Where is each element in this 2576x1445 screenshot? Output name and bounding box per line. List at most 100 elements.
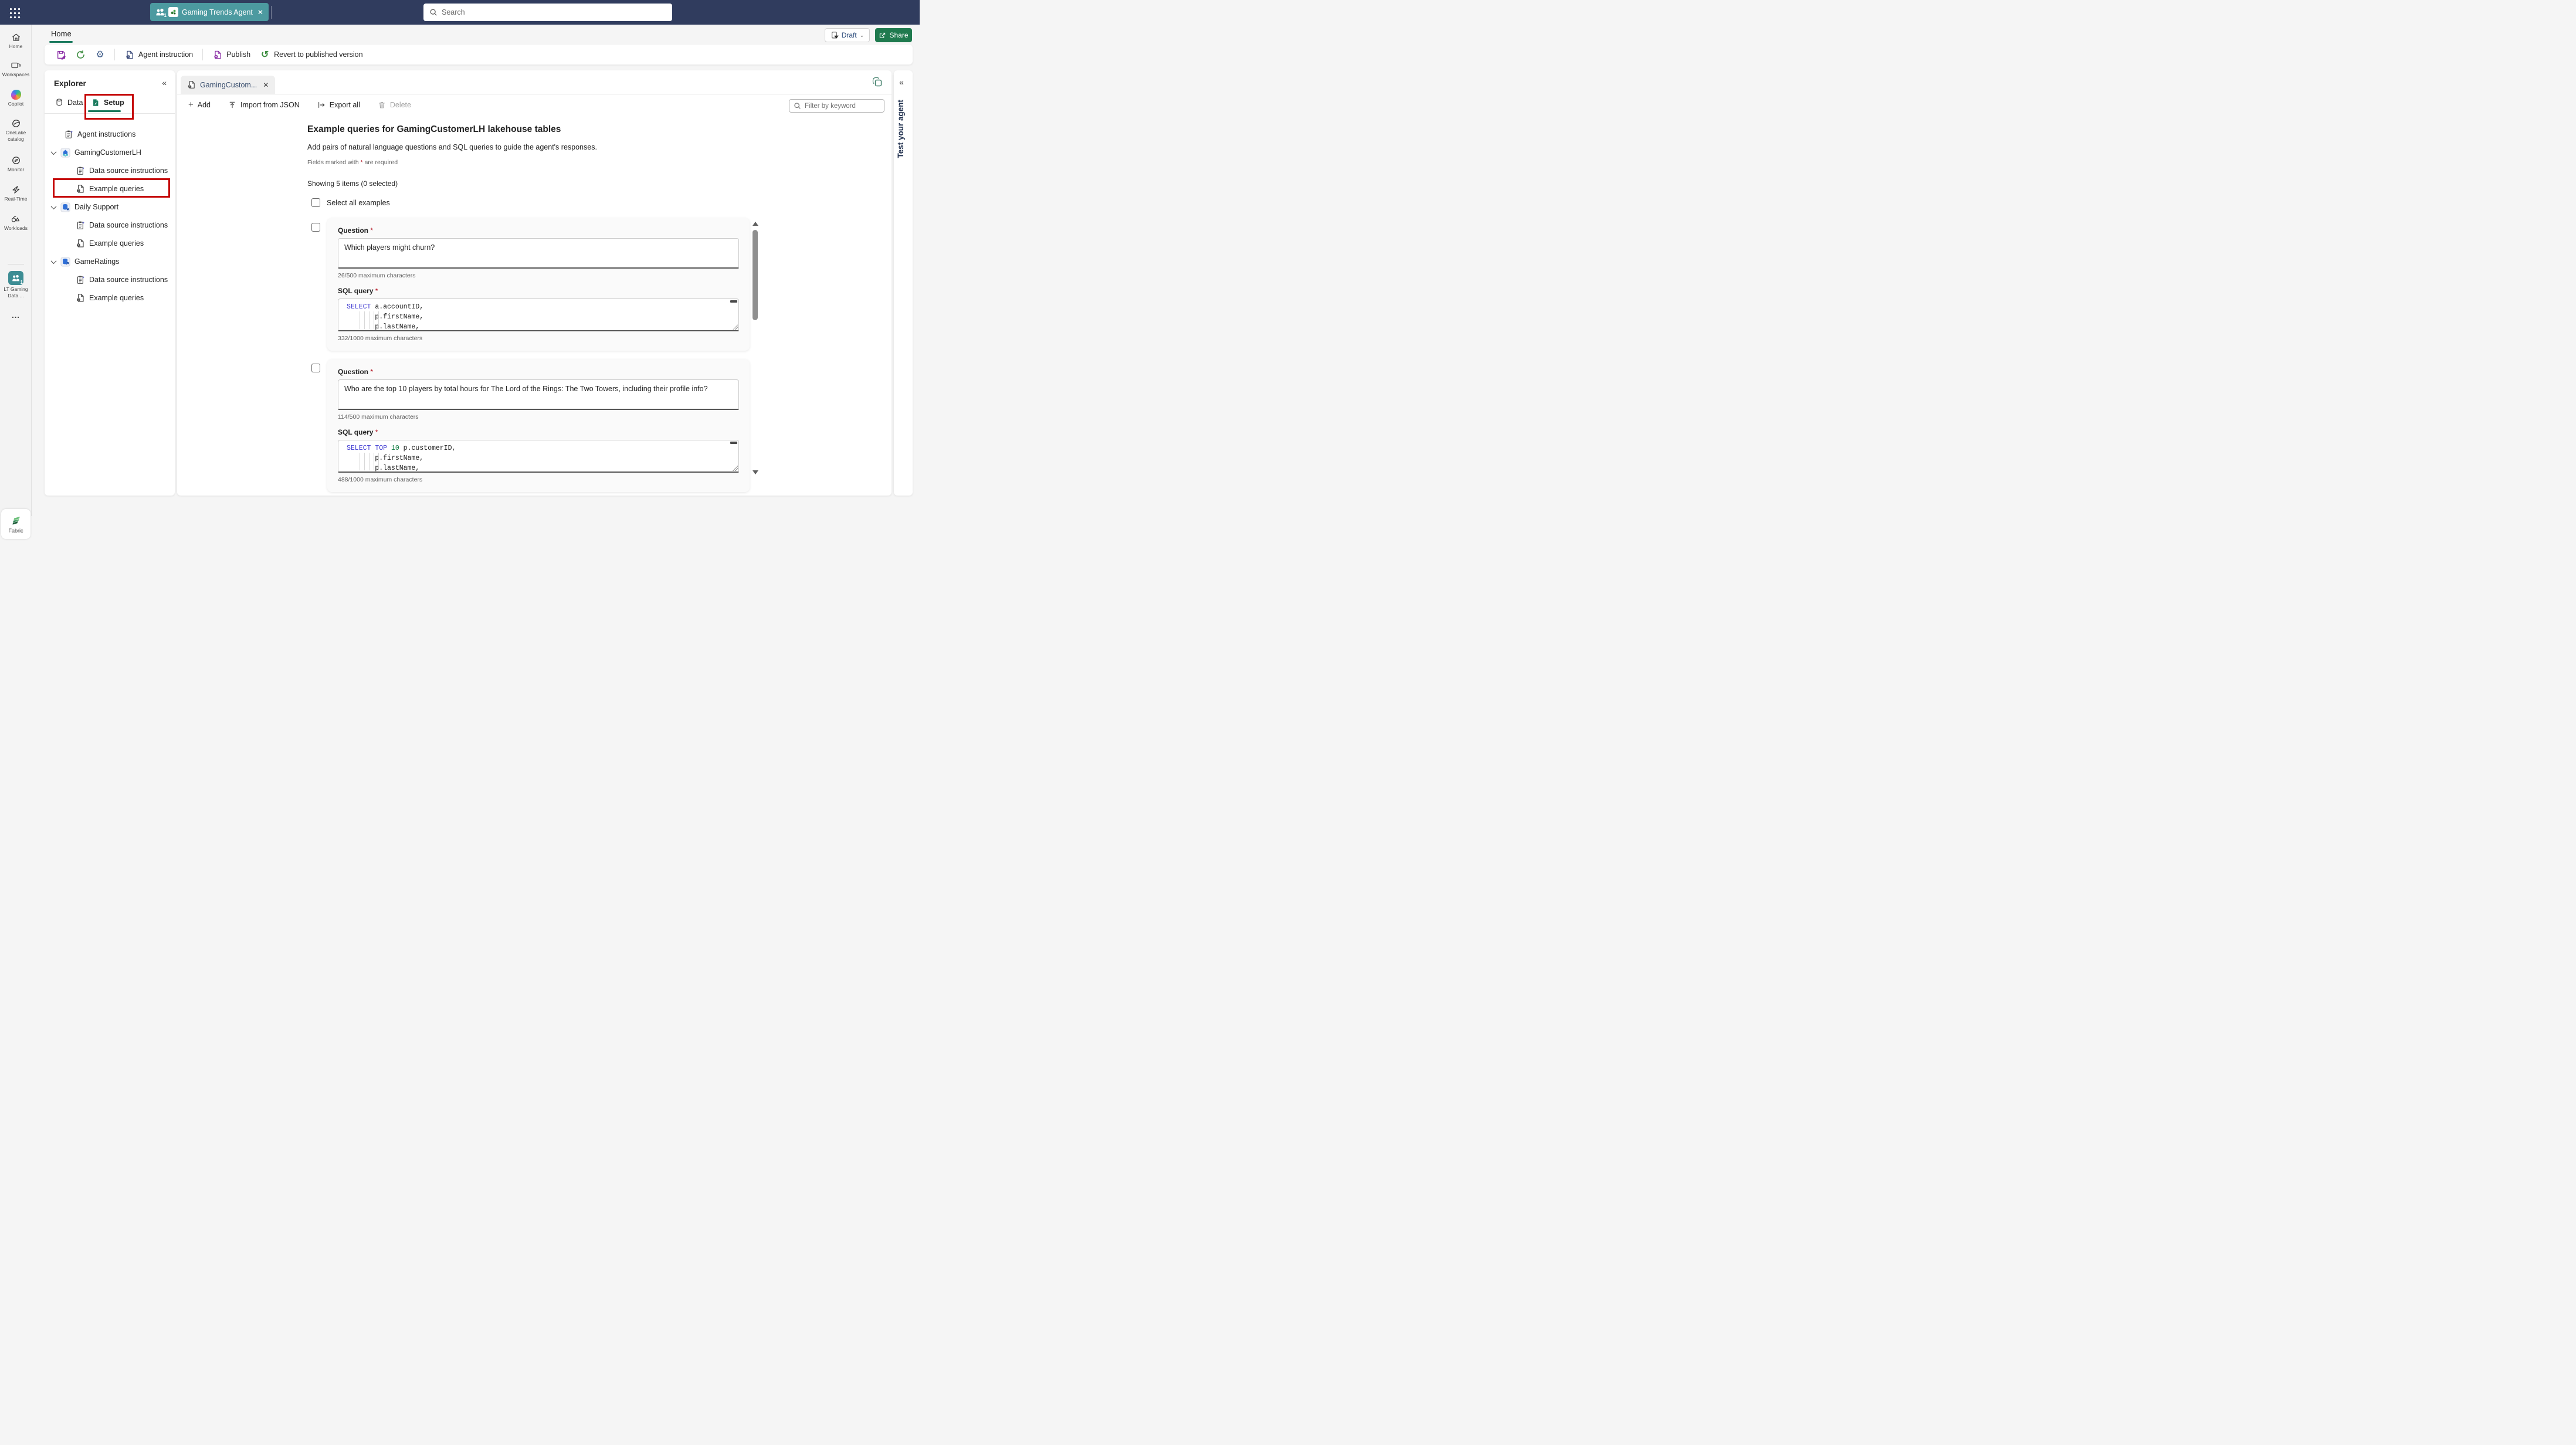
example-queries-icon: ? bbox=[75, 184, 85, 194]
tree-item-example-queries[interactable]: ? Example queries bbox=[45, 289, 175, 307]
question-input[interactable]: Who are the top 10 players by total hour… bbox=[338, 379, 739, 410]
explorer-title: Explorer bbox=[54, 79, 86, 88]
svg-text:?: ? bbox=[189, 85, 191, 89]
sidebar-item-home[interactable]: Home bbox=[0, 32, 32, 50]
plus-icon: + bbox=[188, 100, 194, 110]
tree-item-daily-support[interactable]: Daily Support bbox=[45, 198, 175, 216]
example-queries-icon: ? bbox=[187, 80, 196, 89]
sql-query-label: SQL query * bbox=[338, 287, 378, 295]
agent-instruction-icon: ? bbox=[124, 50, 134, 60]
sql-query-input[interactable]: SELECT TOP 10 p.customerID, p.firstName,… bbox=[338, 440, 739, 473]
agent-instruction-button[interactable]: ? Agent instruction bbox=[120, 48, 198, 62]
global-search[interactable] bbox=[423, 4, 672, 21]
toolbar-divider bbox=[202, 49, 204, 60]
svg-text:✦: ✦ bbox=[82, 221, 84, 225]
svg-text:✦: ✦ bbox=[82, 167, 84, 171]
tree-item-example-queries[interactable]: ? Example queries bbox=[45, 180, 175, 198]
sidebar-item-workspaces[interactable]: Workspaces bbox=[0, 60, 32, 78]
tab-data[interactable]: Data bbox=[54, 97, 83, 107]
sidebar-item-workloads[interactable]: Workloads bbox=[0, 213, 32, 232]
close-icon[interactable]: ✕ bbox=[263, 81, 269, 89]
sidebar-item-lt-gaming-workspace[interactable]: 1 LT Gaming Data ... bbox=[0, 271, 32, 299]
import-from-json-button[interactable]: Import from JSON bbox=[223, 98, 305, 112]
sidebar-item-onelake-catalog[interactable]: OneLake catalog bbox=[0, 118, 32, 142]
agent-tab-label: Gaming Trends Agent bbox=[182, 8, 253, 16]
scroll-up-arrow[interactable] bbox=[753, 222, 758, 226]
question-input[interactable]: Which players might churn? bbox=[338, 238, 739, 269]
export-all-button[interactable]: Export all bbox=[312, 98, 365, 112]
tree-item-data-source-instructions[interactable]: ✦ Data source instructions bbox=[45, 271, 175, 289]
delete-button[interactable]: Delete bbox=[372, 98, 416, 112]
save-button[interactable] bbox=[52, 48, 71, 62]
example-queries-icon: ? bbox=[75, 293, 85, 303]
trash-icon bbox=[378, 101, 386, 109]
rail-more-button[interactable]: ... bbox=[0, 311, 32, 320]
home-tab-underline bbox=[49, 41, 73, 43]
copy-pages-icon[interactable] bbox=[872, 76, 883, 88]
draft-status-button[interactable]: Draft ⌄ bbox=[825, 28, 870, 42]
code-scrollbar[interactable] bbox=[730, 300, 737, 303]
code-scrollbar[interactable] bbox=[730, 442, 737, 444]
sql-query-input[interactable]: SELECT a.accountID, p.firstName, p.lastN… bbox=[338, 299, 739, 331]
tree-item-gameratings[interactable]: GameRatings bbox=[45, 253, 175, 270]
revert-button[interactable]: ↺ Revert to published version bbox=[255, 48, 367, 62]
chevron-down-icon[interactable] bbox=[50, 204, 56, 210]
main-content-card: ? GamingCustom... ✕ + Add Import from JS… bbox=[177, 70, 892, 496]
svg-text:?: ? bbox=[77, 189, 79, 193]
sql-counter: 332/1000 maximum characters bbox=[338, 335, 423, 342]
filter-input[interactable] bbox=[805, 102, 892, 110]
save-icon bbox=[56, 50, 66, 60]
sidebar-item-monitor[interactable]: Monitor bbox=[0, 155, 32, 173]
sql-counter: 488/1000 maximum characters bbox=[338, 476, 423, 483]
indent-guides bbox=[360, 311, 381, 329]
tab-setup[interactable]: Setup bbox=[90, 97, 124, 107]
sql-query-label: SQL query * bbox=[338, 428, 378, 436]
add-button[interactable]: + Add bbox=[183, 97, 216, 113]
ribbon-tab-home[interactable]: Home bbox=[51, 29, 72, 38]
tree-item-data-source-instructions[interactable]: ✦ Data source instructions bbox=[45, 162, 175, 179]
upload-icon bbox=[228, 101, 236, 109]
chevron-down-icon[interactable] bbox=[50, 259, 56, 264]
refresh-icon bbox=[76, 50, 86, 60]
explorer-panel: Explorer « Data Setup ✦ Agent instructio… bbox=[45, 70, 175, 496]
resize-handle[interactable] bbox=[733, 466, 738, 471]
collapse-panel-icon[interactable]: « bbox=[162, 78, 167, 87]
sidebar-item-copilot[interactable]: Copilot bbox=[0, 89, 32, 107]
scrollbar-thumb[interactable] bbox=[753, 230, 758, 320]
test-agent-panel[interactable]: « Test your agent bbox=[894, 70, 913, 496]
settings-button[interactable]: ⚙ bbox=[90, 48, 110, 62]
workloads-icon bbox=[11, 213, 21, 224]
row-checkbox[interactable] bbox=[311, 223, 320, 232]
row-checkbox[interactable] bbox=[311, 364, 320, 372]
svg-text:✦: ✦ bbox=[82, 276, 84, 280]
select-all-checkbox[interactable] bbox=[311, 198, 320, 207]
close-icon[interactable]: ✕ bbox=[257, 8, 263, 16]
expand-panel-icon[interactable]: « bbox=[899, 77, 904, 87]
export-icon bbox=[317, 101, 326, 109]
share-button[interactable]: Share bbox=[875, 28, 912, 42]
publish-button[interactable]: Publish bbox=[208, 48, 255, 62]
semantic-model-icon bbox=[60, 202, 70, 212]
filter-input-box[interactable] bbox=[789, 99, 892, 113]
fabric-logo[interactable]: Fabric bbox=[1, 509, 30, 539]
tree-item-data-source-instructions[interactable]: ✦ Data source instructions bbox=[45, 216, 175, 234]
fabric-logo-icon bbox=[12, 516, 20, 525]
app-launcher-icon[interactable] bbox=[8, 6, 21, 19]
chevron-down-icon[interactable] bbox=[50, 150, 56, 155]
left-nav-rail: Home Workspaces Copilot OneLake catalog … bbox=[0, 25, 32, 539]
setup-doc-icon bbox=[90, 97, 100, 107]
onelake-icon bbox=[11, 118, 21, 128]
agent-window-tab[interactable]: 1 Gaming Trends Agent ✕ bbox=[150, 3, 269, 21]
instructions-icon: ✦ bbox=[75, 221, 85, 230]
scroll-down-arrow[interactable] bbox=[753, 470, 758, 474]
tree-item-gamingcustomerlh[interactable]: GamingCustomerLH bbox=[45, 144, 175, 161]
workspace-icon: 1 bbox=[8, 271, 23, 285]
tree-item-agent-instructions[interactable]: ✦ Agent instructions bbox=[45, 125, 175, 143]
instructions-icon: ✦ bbox=[75, 166, 85, 176]
sidebar-item-real-time[interactable]: Real-Time bbox=[0, 184, 32, 202]
document-tab-gamingcustomerlh[interactable]: ? GamingCustom... ✕ bbox=[181, 76, 276, 94]
resize-handle[interactable] bbox=[733, 324, 738, 330]
refresh-button[interactable] bbox=[71, 48, 90, 62]
tree-item-example-queries[interactable]: ? Example queries bbox=[45, 235, 175, 252]
search-input[interactable] bbox=[442, 8, 666, 16]
